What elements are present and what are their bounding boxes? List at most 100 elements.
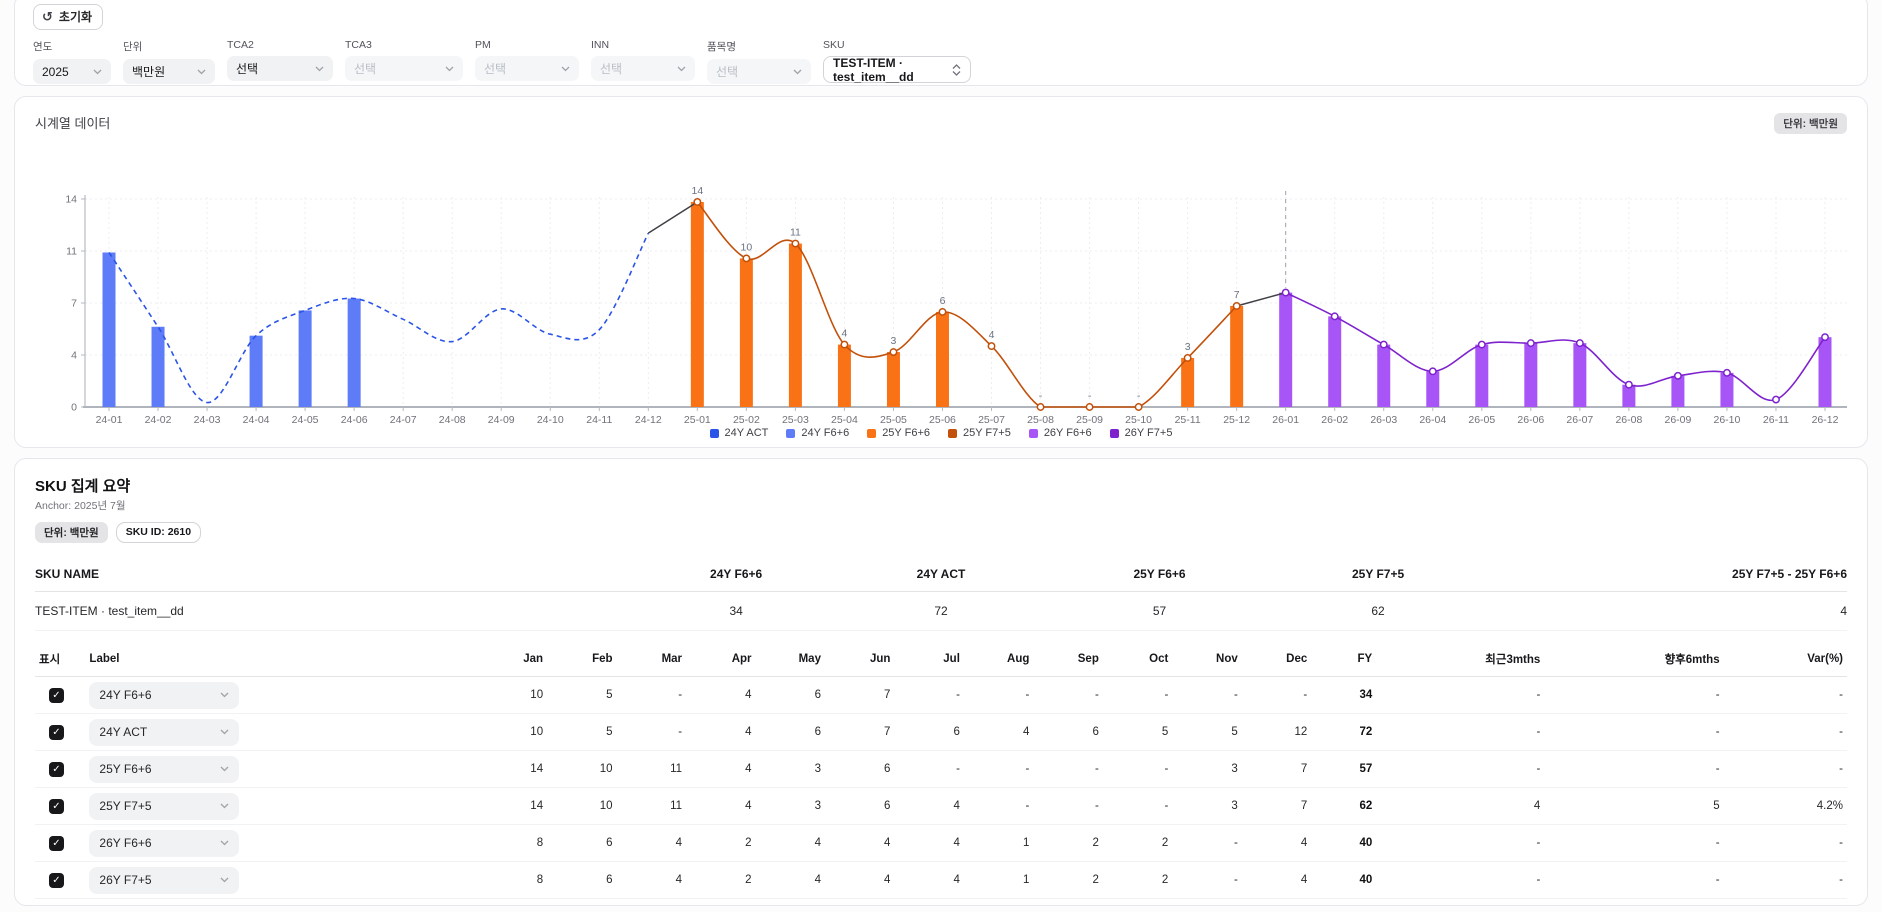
month-value-cell: 6 — [894, 714, 963, 751]
row-checkbox[interactable]: ✓ — [49, 836, 64, 851]
filter-select-value: 2025 — [42, 65, 69, 79]
month-value-cell: 4 — [1242, 862, 1311, 899]
sku-value-cell: 34 — [636, 592, 836, 631]
marker-26Y-F7+5 — [1381, 341, 1387, 347]
month-value-cell: 4 — [686, 788, 755, 825]
row-checkbox[interactable]: ✓ — [49, 873, 64, 888]
chart-title: 시계열 데이터 — [35, 113, 110, 132]
month-value-cell: 6 — [825, 788, 894, 825]
filter-label: INN — [591, 39, 695, 51]
monthly-row-24Y-F6+6: ✓24Y F6+6105-467------34--- — [35, 677, 1847, 714]
marker-25Y-F7+5 — [890, 349, 896, 355]
data-label: - — [1039, 390, 1043, 402]
filter-label: TCA2 — [227, 39, 333, 51]
row-checkbox[interactable]: ✓ — [49, 725, 64, 740]
legend-item-25Y-F6+6[interactable]: 25Y F6+6 — [867, 427, 930, 439]
filter-select-value: 선택 — [484, 60, 506, 77]
filter-group-단위: 단위백만원 — [123, 39, 215, 84]
bar-26Y-F6+6 — [1475, 345, 1488, 407]
row-label-select[interactable]: 26Y F7+5 — [89, 867, 239, 894]
month-value-cell: 10 — [478, 714, 547, 751]
month-value-cell: 14 — [478, 751, 547, 788]
x-tick-label: 26-07 — [1566, 414, 1593, 425]
data-label: - — [1088, 390, 1092, 402]
x-tick-label: 26-12 — [1812, 414, 1839, 425]
filter-select-단위[interactable]: 백만원 — [123, 59, 215, 84]
filter-select-value: 백만원 — [132, 63, 165, 80]
x-tick-label: 25-11 — [1175, 414, 1201, 425]
checkbox-cell: ✓ — [35, 714, 85, 751]
row-label-value: 25Y F6+6 — [99, 762, 151, 776]
month-value-cell: 4 — [686, 677, 755, 714]
month-value-cell: 4 — [617, 825, 686, 862]
x-tick-label: 24-05 — [292, 414, 319, 425]
month-value-cell: 4 — [686, 714, 755, 751]
row-label-select[interactable]: 25Y F6+6 — [89, 756, 239, 783]
data-label: 6 — [940, 295, 946, 307]
month-value-cell: - — [617, 714, 686, 751]
filter-group-INN: INN 선택 — [591, 39, 695, 84]
bar-26Y-F6+6 — [1573, 343, 1586, 407]
legend-item-24Y-F6+6[interactable]: 24Y F6+6 — [786, 427, 849, 439]
x-tick-label: 25-10 — [1125, 414, 1152, 425]
chevron-down-icon — [561, 66, 570, 72]
filter-select-INN: 선택 — [591, 56, 695, 81]
legend-item-24Y-ACT[interactable]: 24Y ACT — [710, 427, 769, 439]
legend-item-26Y-F7+5[interactable]: 26Y F7+5 — [1110, 427, 1173, 439]
filter-select-value: 선택 — [716, 63, 738, 80]
line-26Y-F7+5 — [1286, 293, 1825, 401]
legend-item-26Y-F6+6[interactable]: 26Y F6+6 — [1029, 427, 1092, 439]
fy-cell: 40 — [1311, 862, 1376, 899]
month-value-cell: 5 — [1172, 714, 1241, 751]
x-tick-label: 26-03 — [1370, 414, 1397, 425]
data-label: 7 — [1234, 289, 1240, 301]
month-value-cell: 4 — [756, 825, 825, 862]
filter-select-연도[interactable]: 2025 — [33, 59, 111, 84]
x-tick-label: 25-08 — [1027, 414, 1054, 425]
monthly-header-Var(%): Var(%) — [1724, 645, 1847, 677]
month-value-cell: 3 — [756, 751, 825, 788]
row-checkbox[interactable]: ✓ — [49, 688, 64, 703]
checkbox-cell: ✓ — [35, 862, 85, 899]
row-label-select[interactable]: 25Y F7+5 — [89, 793, 239, 820]
marker-26Y-F7+5 — [1822, 334, 1828, 340]
data-label: 3 — [1185, 341, 1191, 353]
x-tick-label: 25-12 — [1223, 414, 1250, 425]
bar-25Y-F6+6 — [1230, 306, 1243, 407]
row-label-select[interactable]: 24Y ACT — [89, 719, 239, 746]
legend-item-25Y-F7+5[interactable]: 25Y F7+5 — [948, 427, 1011, 439]
row-checkbox[interactable]: ✓ — [49, 762, 64, 777]
month-value-cell: 5 — [1103, 714, 1172, 751]
y-tick-label: 11 — [66, 246, 77, 258]
reset-button[interactable]: ↺ 초기화 — [33, 4, 103, 30]
page: ↺ 초기화 연도2025단위백만원TCA2선택TCA3선택PM선택INN선택품목… — [0, 0, 1882, 912]
month-value-cell: 2 — [1033, 862, 1102, 899]
x-tick-label: 26-06 — [1517, 414, 1544, 425]
monthly-values-table: 표시LabelJanFebMarAprMayJunJulAugSepOctNov… — [35, 645, 1847, 899]
x-tick-label: 24-01 — [96, 414, 123, 425]
month-value-cell: - — [1172, 677, 1241, 714]
chart-legend: 24Y ACT 24Y F6+6 25Y F6+6 25Y F7+5 26Y F6+6 2… — [35, 427, 1847, 439]
filter-group-SKU: SKUTEST-ITEM · test_item__dd — [823, 39, 971, 84]
month-value-cell: - — [1103, 788, 1172, 825]
month-value-cell: - — [1033, 677, 1102, 714]
marker-26Y-F7+5 — [1626, 382, 1632, 388]
sku-table-header: 25Y F6+6 — [1046, 559, 1274, 592]
bar-24Y-F6+6 — [299, 310, 312, 407]
sku-combobox[interactable]: TEST-ITEM · test_item__dd — [823, 56, 971, 83]
row-checkbox[interactable]: ✓ — [49, 799, 64, 814]
monthly-header-Aug: Aug — [964, 645, 1033, 677]
filter-label: 연도 — [33, 39, 111, 54]
row-label-select[interactable]: 26Y F6+6 — [89, 830, 239, 857]
month-value-cell: - — [1033, 751, 1102, 788]
chevron-down-icon — [315, 66, 324, 72]
monthly-header-Jul: Jul — [894, 645, 963, 677]
bar-24Y-F6+6 — [152, 327, 165, 407]
x-tick-label: 24-06 — [341, 414, 368, 425]
month-value-cell: 4 — [964, 714, 1033, 751]
month-value-cell: - — [964, 677, 1033, 714]
filter-select-value: 선택 — [600, 60, 622, 77]
filter-select-TCA2[interactable]: 선택 — [227, 56, 333, 81]
row-label-select[interactable]: 24Y F6+6 — [89, 682, 239, 709]
filter-select-value: 선택 — [236, 60, 258, 77]
